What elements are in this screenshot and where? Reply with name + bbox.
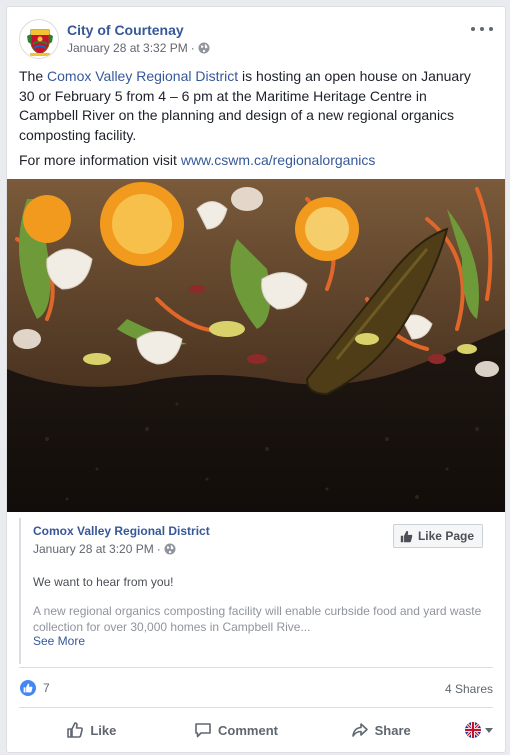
uk-flag-icon xyxy=(465,722,482,738)
shared-page-name-link[interactable]: Comox Valley Regional District xyxy=(33,524,210,538)
comment-button[interactable]: Comment xyxy=(164,714,309,746)
shared-meta-separator: · xyxy=(156,542,161,556)
more-info-paragraph: For more information visit www.cswm.ca/r… xyxy=(19,151,489,171)
post-text-prefix: The xyxy=(19,68,48,84)
page-name-link[interactable]: City of Courtenay xyxy=(67,22,184,38)
divider xyxy=(19,667,493,668)
share-arrow-icon xyxy=(351,723,368,737)
post-header: City of Courtenay January 28 at 3:32 PM … xyxy=(19,19,493,63)
comment-bubble-icon xyxy=(195,723,211,738)
post-card: City of Courtenay January 28 at 3:32 PM … xyxy=(6,6,506,753)
city-crest-icon xyxy=(21,21,58,58)
more-dot-icon xyxy=(489,27,493,31)
like-page-label: Like Page xyxy=(417,529,474,543)
globe-icon[interactable] xyxy=(198,42,210,54)
action-bar: Like Comment Share xyxy=(19,714,494,746)
share-button[interactable]: Share xyxy=(308,714,453,746)
shared-timestamp[interactable]: January 28 at 3:20 PM xyxy=(33,542,154,556)
more-info-prefix: For more information visit xyxy=(19,152,181,168)
more-dot-icon xyxy=(471,27,475,31)
cvrd-mention-link[interactable]: Comox Valley Regional District xyxy=(47,68,238,84)
reaction-count: 7 xyxy=(43,681,50,695)
share-label: Share xyxy=(374,722,411,738)
audience-selector[interactable] xyxy=(453,722,494,738)
cswm-url-link[interactable]: www.cswm.ca/regionalorganics xyxy=(181,152,376,168)
thumbs-up-outline-icon xyxy=(67,722,84,738)
shared-post[interactable]: Comox Valley Regional District January 2… xyxy=(19,518,493,664)
see-more-link[interactable]: See More xyxy=(33,634,85,648)
comment-label: Comment xyxy=(218,722,278,738)
like-reaction-icon xyxy=(19,679,37,697)
thumbs-up-icon xyxy=(400,530,413,542)
thumbs-up-icon xyxy=(23,683,33,693)
like-label: Like xyxy=(90,722,117,738)
shared-body-text: A new regional organics composting facil… xyxy=(33,604,482,634)
page-avatar[interactable] xyxy=(19,19,59,59)
shares-count-link[interactable]: 4 Shares xyxy=(445,682,493,696)
meta-separator: · xyxy=(190,41,195,55)
post-body: The Comox Valley Regional District is ho… xyxy=(19,67,489,177)
globe-icon[interactable] xyxy=(164,543,176,555)
like-button[interactable]: Like xyxy=(19,714,164,746)
more-dot-icon xyxy=(480,27,484,31)
post-paragraph: The Comox Valley Regional District is ho… xyxy=(19,67,489,145)
compost-image xyxy=(7,179,505,512)
more-options-button[interactable] xyxy=(471,21,493,37)
shared-meta: January 28 at 3:20 PM · xyxy=(33,542,176,556)
chevron-down-icon xyxy=(485,727,494,733)
shared-headline: We want to hear from you! xyxy=(33,575,174,589)
post-timestamp[interactable]: January 28 at 3:32 PM xyxy=(67,41,188,55)
like-page-button[interactable]: Like Page xyxy=(392,524,483,548)
divider xyxy=(19,707,493,708)
reactions-summary[interactable]: 7 xyxy=(19,679,50,697)
post-meta: January 28 at 3:32 PM · xyxy=(67,41,210,55)
compost-photo[interactable] xyxy=(7,179,505,512)
